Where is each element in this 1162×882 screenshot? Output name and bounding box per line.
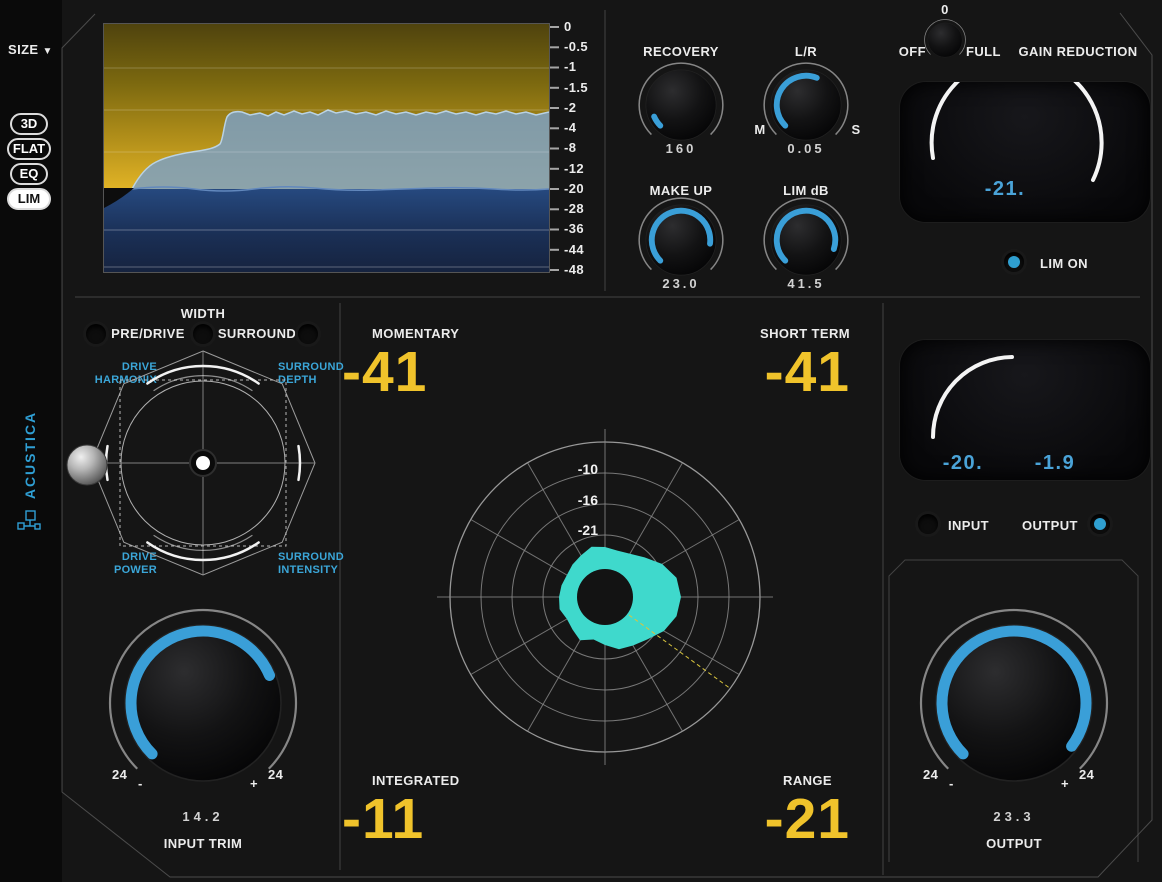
recovery-value: 160 (611, 141, 751, 156)
radar-ring-label: -16 (552, 492, 598, 508)
short-term-value: -41 (690, 344, 850, 401)
gr-amount-value: 0 (930, 2, 960, 17)
db-tick: -0.5 (564, 39, 588, 54)
gr-amount-knob[interactable] (923, 18, 967, 62)
loudness-radar (435, 427, 775, 767)
radar-ring-label: -10 (552, 461, 598, 477)
input-trim-value: 14.2 (143, 809, 263, 824)
range-label: RANGE (692, 773, 832, 788)
db-tick: -28 (564, 201, 584, 216)
range-value: -21 (690, 791, 850, 848)
surround-led[interactable] (298, 324, 318, 344)
integrated-value: -11 (342, 791, 424, 848)
momentary-value: -41 (342, 344, 427, 401)
radar-ring-label: -21 (552, 522, 598, 538)
lr-value: 0.05 (736, 141, 876, 156)
pre-drive-label: PRE/DRIVE (105, 326, 191, 341)
gain-reduction-value: -21. (940, 178, 1070, 201)
plugin-window: SIZE ▼ 3D FLAT EQ LIM ACUSTICA (0, 0, 1162, 882)
size-label: SIZE (8, 42, 39, 57)
loudness-history-display (104, 24, 549, 272)
input-meter-label: INPUT (948, 518, 989, 533)
input-trim-min: 24 (112, 767, 127, 782)
gr-off-label: OFF (878, 44, 926, 59)
output-meter-label: OUTPUT (1022, 518, 1078, 533)
size-control[interactable]: SIZE ▼ (8, 42, 53, 57)
output-label: OUTPUT (954, 836, 1074, 851)
brand-logo-icon (17, 505, 43, 535)
input-trim-max: 24 (268, 767, 283, 782)
io-meter: -20. -1.9 (900, 340, 1150, 480)
limdb-value: 41.5 (736, 276, 876, 291)
mode-button-eq[interactable]: EQ (10, 163, 48, 185)
db-tick: -36 (564, 221, 584, 236)
io-meter-out-value: -1.9 (1005, 452, 1105, 475)
size-caret-icon: ▼ (43, 46, 53, 57)
db-tick: -1 (564, 59, 576, 74)
db-tick: -48 (564, 262, 584, 277)
lim-on-label: LIM ON (1040, 256, 1088, 271)
input-trim-minus: - (138, 776, 143, 791)
makeup-knob[interactable] (636, 195, 726, 285)
output-plus: + (1061, 776, 1069, 791)
lr-min-label: M (750, 122, 770, 137)
mode-button-3d[interactable]: 3D (10, 113, 48, 135)
input-trim-label: INPUT TRIM (143, 836, 263, 851)
mode-button-flat[interactable]: FLAT (7, 138, 51, 160)
db-tick: -8 (564, 140, 576, 155)
width-metal-knob (67, 445, 107, 485)
output-meter-led[interactable] (1090, 514, 1110, 534)
width-title: WIDTH (163, 306, 243, 321)
limdb-knob[interactable] (761, 195, 851, 285)
integrated-label: INTEGRATED (372, 773, 460, 788)
db-tick: 0 (564, 19, 572, 34)
db-tick: -12 (564, 161, 584, 176)
lr-label: L/R (736, 44, 876, 59)
gain-reduction-meter: -21. (900, 82, 1150, 222)
input-meter-led[interactable] (918, 514, 938, 534)
brand-logo-text: ACUSTICA (22, 395, 38, 515)
width-center-led[interactable] (193, 324, 213, 344)
lr-knob[interactable] (761, 60, 851, 150)
db-tick: -1.5 (564, 80, 588, 95)
makeup-value: 23.0 (611, 276, 751, 291)
output-min: 24 (923, 767, 938, 782)
db-tick: -20 (564, 181, 584, 196)
pre-drive-led[interactable] (86, 324, 106, 344)
lim-on-led[interactable] (1004, 252, 1024, 272)
io-meter-in-value: -20. (913, 452, 1013, 475)
recovery-knob[interactable] (636, 60, 726, 150)
mode-button-lim[interactable]: LIM (7, 188, 51, 210)
momentary-label: MOMENTARY (372, 326, 459, 341)
output-value: 23.3 (954, 809, 1074, 824)
gain-reduction-title: GAIN REDUCTION (1013, 44, 1143, 59)
surround-label: SURROUND (214, 326, 300, 341)
db-tick: -4 (564, 120, 576, 135)
short-term-label: SHORT TERM (710, 326, 850, 341)
lr-max-label: S (846, 122, 866, 137)
width-xy-pad[interactable] (78, 342, 328, 584)
output-max: 24 (1079, 767, 1094, 782)
gr-full-label: FULL (966, 44, 1016, 59)
db-tick: -2 (564, 100, 576, 115)
db-tick: -44 (564, 242, 584, 257)
output-minus: - (949, 776, 954, 791)
recovery-label: RECOVERY (611, 44, 751, 59)
input-trim-plus: + (250, 776, 258, 791)
